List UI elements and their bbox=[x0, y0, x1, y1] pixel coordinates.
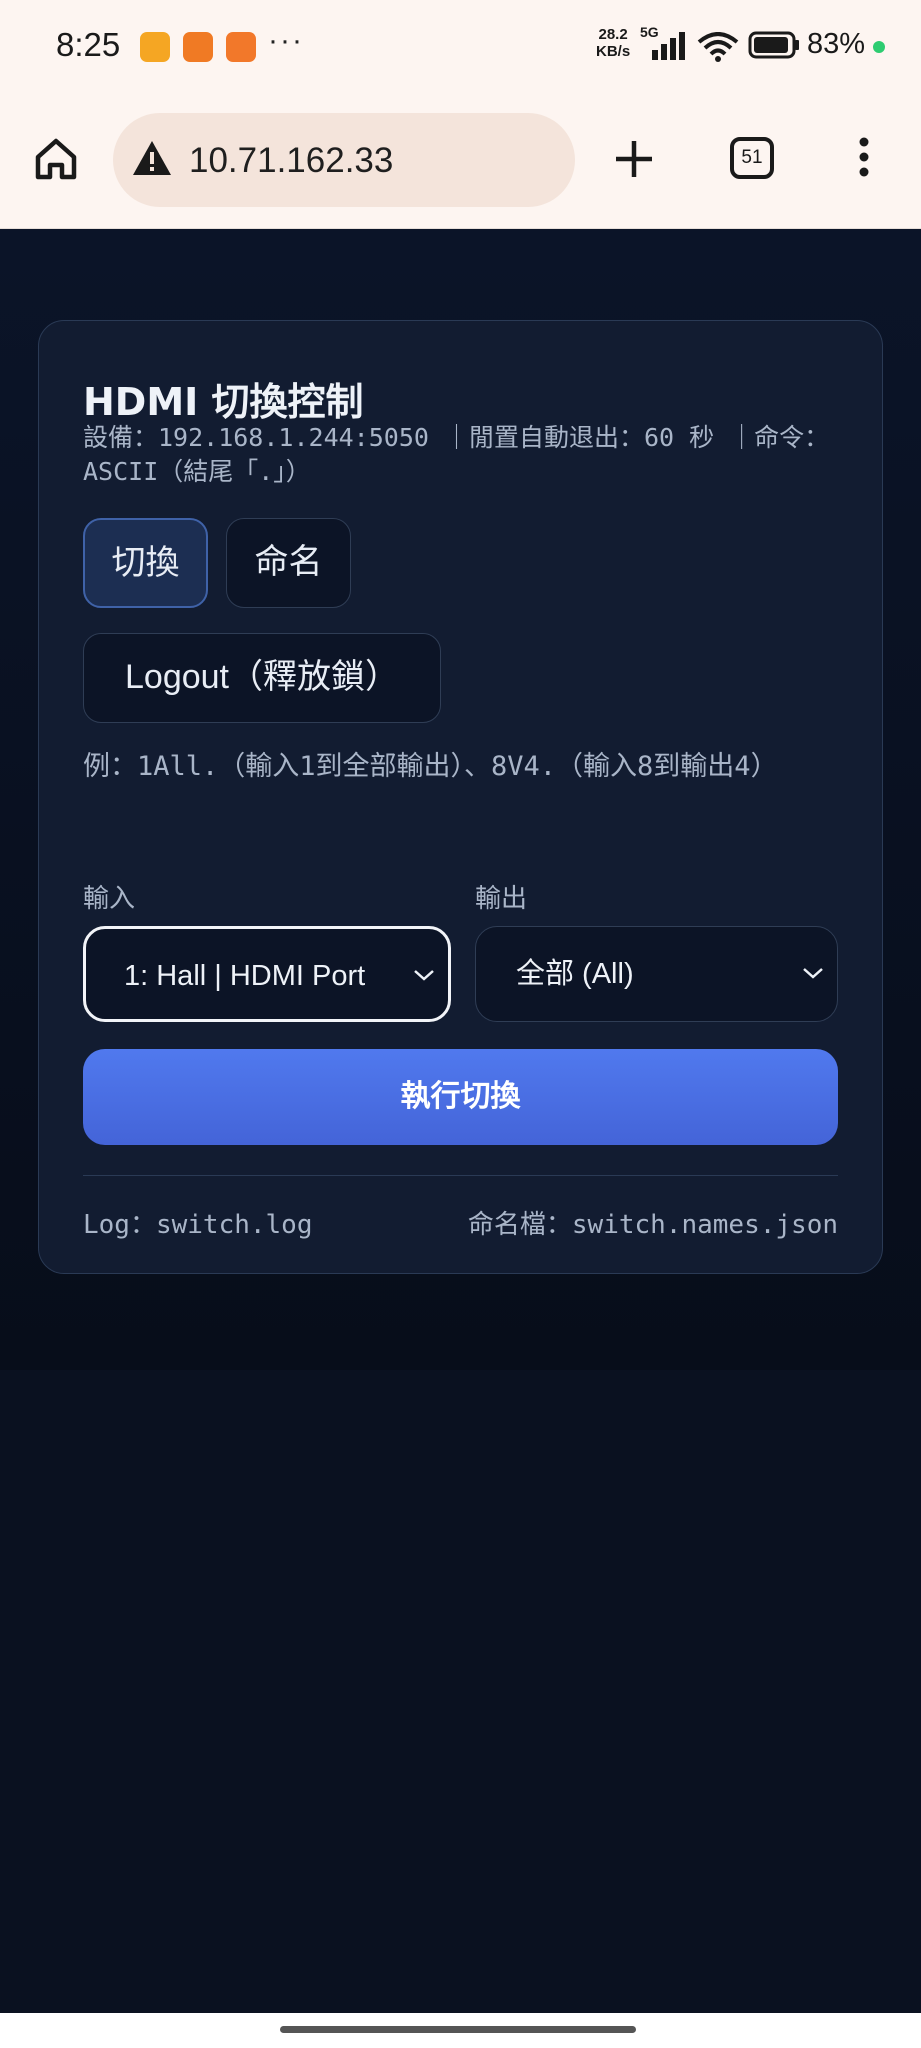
output-label: 輸出 bbox=[475, 884, 528, 914]
log-file-info: Log：switch.log bbox=[83, 1210, 313, 1240]
logout-button[interactable]: Logout（釋放鎖） bbox=[83, 633, 441, 723]
url-text[interactable]: 10.71.162.33 bbox=[189, 141, 393, 181]
more-notifications-icon: ··· bbox=[268, 24, 304, 57]
device-info: 設備：192.168.1.244:5050 ｜閒置自動退出：60 秒 ｜命令：A… bbox=[83, 423, 830, 486]
status-time: 8:25 bbox=[56, 26, 121, 63]
browser-toolbar: 10.71.162.33 51 bbox=[0, 95, 921, 229]
warning-icon[interactable] bbox=[131, 139, 173, 177]
output-select[interactable]: 全部 (All) bbox=[475, 926, 838, 1022]
tab-switcher-button[interactable]: 51 bbox=[730, 137, 774, 179]
battery-percent: 83% bbox=[807, 28, 866, 60]
execute-switch-button[interactable]: 執行切換 bbox=[83, 1049, 838, 1145]
hdmi-control-card: HDMI 切換控制 設備：192.168.1.244:5050 ｜閒置自動退出：… bbox=[38, 320, 883, 1274]
output-select-value: 全部 (All) bbox=[516, 958, 634, 990]
wifi-icon bbox=[697, 32, 739, 62]
divider bbox=[83, 1175, 838, 1176]
app-icon-1 bbox=[140, 32, 170, 62]
address-bar[interactable]: 10.71.162.33 bbox=[113, 113, 575, 207]
battery-icon bbox=[748, 31, 799, 59]
page-empty-area bbox=[0, 1370, 921, 2013]
system-nav-bar bbox=[0, 2013, 921, 2048]
home-icon[interactable] bbox=[34, 137, 78, 181]
input-select[interactable]: 1: Hall | HDMI Port bbox=[83, 926, 451, 1022]
input-label: 輸入 bbox=[83, 884, 136, 914]
status-bar: 8:25 ··· 28.2 KB/s 5G 83% bbox=[0, 0, 921, 95]
input-select-value: 1: Hall | HDMI Port bbox=[124, 960, 366, 992]
switch-mode-button[interactable]: 切換 bbox=[83, 518, 208, 608]
page-title: HDMI 切換控制 bbox=[83, 380, 364, 424]
app-icon-3 bbox=[226, 32, 256, 62]
privacy-indicator-dot bbox=[873, 41, 885, 53]
new-tab-icon[interactable] bbox=[614, 139, 654, 179]
chevron-down-icon bbox=[414, 970, 434, 981]
signal-icon bbox=[652, 32, 685, 60]
home-gesture-handle[interactable] bbox=[280, 2026, 636, 2033]
chevron-down-icon bbox=[803, 968, 823, 979]
names-file-info: 命名檔：switch.names.json bbox=[467, 1210, 838, 1240]
command-example: 例：1All.（輸入1到全部輸出）、8V4.（輸入8到輸出4） bbox=[83, 751, 778, 782]
app-icon-2 bbox=[183, 32, 213, 62]
network-speed: 28.2 KB/s bbox=[596, 26, 631, 60]
rename-mode-button[interactable]: 命名 bbox=[226, 518, 351, 608]
more-menu-icon[interactable] bbox=[858, 137, 870, 177]
